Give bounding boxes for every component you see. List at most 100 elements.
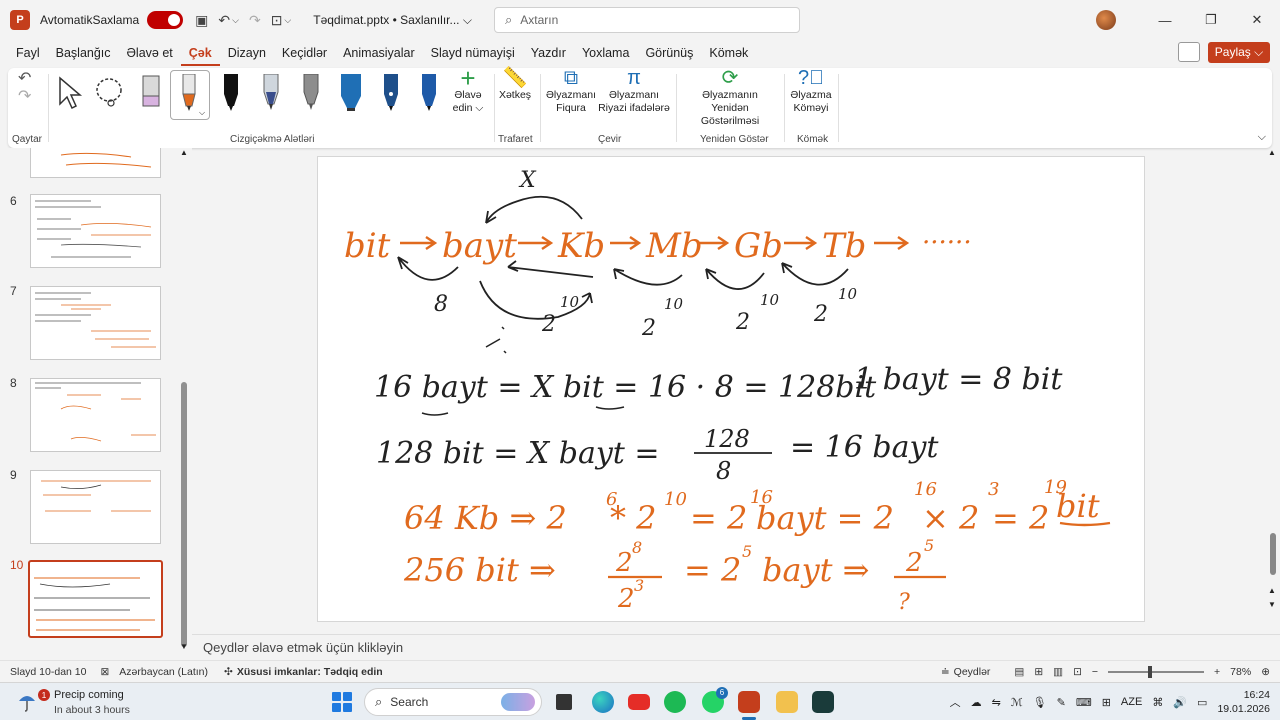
eraser-tool-icon[interactable] (140, 74, 162, 112)
terminal-icon[interactable] (812, 691, 834, 713)
notes-pane[interactable]: Qeydlər əlavə etmək üçün klikləyin (192, 634, 1280, 660)
slide-sorter-icon[interactable]: ⊞ (1034, 666, 1043, 678)
scroll-up-icon[interactable]: ▲ (180, 148, 188, 157)
undo-dropdown-icon[interactable]: ⌵ (232, 15, 239, 26)
volume-icon[interactable]: 🔊 (1173, 696, 1187, 709)
youtube-icon[interactable] (628, 694, 650, 710)
tab-draw[interactable]: Çək (180, 42, 220, 66)
slide-thumb[interactable] (30, 194, 161, 268)
spellcheck-icon[interactable]: ⊠ (100, 666, 109, 678)
black-pen-icon[interactable] (220, 74, 242, 112)
tab-file[interactable]: Fayl (8, 42, 48, 66)
minimize-icon[interactable]: — (1142, 13, 1188, 28)
slide-thumb-active[interactable] (28, 560, 163, 638)
zoom-in-icon[interactable]: + (1214, 666, 1220, 678)
app-tray-icon[interactable]: ℳ (1011, 696, 1023, 709)
ink-to-math-button[interactable]: π Əlyazmanı Riyazi ifadələrə (598, 68, 670, 115)
taskbar-search[interactable]: ⌕ Search (364, 688, 542, 716)
zoom-slider[interactable] (1108, 666, 1205, 678)
tab-view[interactable]: Görünüş (637, 42, 701, 66)
clock[interactable]: 16:24 19.01.2026 (1217, 688, 1270, 716)
start-button[interactable] (332, 692, 352, 712)
save-icon[interactable]: ▣ (195, 12, 208, 29)
avatar[interactable] (1096, 10, 1116, 30)
tray-overflow-icon[interactable]: ︿ (950, 694, 961, 710)
reading-view-icon[interactable]: ▥ (1053, 666, 1063, 678)
file-explorer-icon[interactable] (776, 691, 798, 713)
autosave-toggle[interactable] (147, 11, 184, 29)
slide-thumb[interactable] (30, 378, 161, 452)
orange-pen-icon[interactable] (178, 74, 200, 112)
powerpoint-taskbar-icon[interactable] (738, 691, 760, 713)
task-view-icon[interactable] (556, 694, 572, 710)
slide-thumb-5-partial[interactable] (30, 148, 161, 178)
fit-slide-icon[interactable]: ⊕ (1261, 666, 1270, 678)
comments-button[interactable] (1178, 42, 1200, 62)
galaxy-pen-icon[interactable] (260, 74, 282, 112)
slide-thumb[interactable] (30, 286, 161, 360)
network-icon[interactable]: ⌘ (1152, 696, 1163, 709)
notes-button[interactable]: Qeydlər (954, 666, 991, 678)
input-language[interactable]: AZE (1121, 696, 1142, 708)
thumbnails-scrollbar[interactable]: ▲ ▼ (180, 148, 188, 652)
weather-widget[interactable]: 1 Precip coming In about 3 hours (12, 687, 172, 717)
slide-thumb[interactable] (30, 470, 161, 544)
cloud-icon[interactable]: ☁ (971, 696, 982, 709)
blue-pen-icon[interactable] (418, 74, 440, 112)
tab-transitions[interactable]: Keçidlər (274, 42, 335, 66)
restore-icon[interactable]: ❐ (1188, 12, 1234, 28)
search-box[interactable]: ⌕ Axtarın (494, 7, 800, 33)
tab-design[interactable]: Dizayn (220, 42, 274, 66)
tab-insert[interactable]: Əlavə et (119, 42, 181, 66)
slideshow-icon[interactable]: ⊡ (1073, 666, 1082, 678)
zoom-level[interactable]: 78% (1230, 666, 1251, 678)
language-label[interactable]: Azərbaycan (Latın) (119, 666, 208, 678)
grid-tray-icon[interactable]: ⊞ (1102, 696, 1111, 709)
settings-tray-icon[interactable]: ⇋ (992, 696, 1001, 709)
spotify-icon[interactable] (664, 691, 686, 713)
select-tool-icon[interactable] (56, 74, 84, 112)
undo-button[interactable]: ↶ (18, 71, 31, 87)
notes-icon[interactable]: ≐ (941, 666, 950, 678)
ribbon-collapse-icon[interactable]: ⌵ (1258, 131, 1266, 144)
blue-highlighter-icon[interactable] (338, 74, 364, 112)
tab-animations[interactable]: Animasiyalar (335, 42, 423, 66)
prev-slide-icon[interactable]: ▲ (1268, 586, 1276, 595)
add-pen-button[interactable]: + Əlavə edin ⌵ (448, 65, 488, 115)
zoom-out-icon[interactable]: − (1092, 666, 1098, 678)
edge-icon[interactable] (592, 691, 614, 713)
share-button[interactable]: Paylaş ⌵ (1208, 42, 1270, 63)
next-slide-icon[interactable]: ▼ (1268, 600, 1276, 609)
tab-review[interactable]: Yoxlama (574, 42, 638, 66)
quick-access-dropdown-icon[interactable]: ⌵ (284, 15, 291, 26)
tab-help[interactable]: Kömək (701, 42, 756, 66)
tab-record[interactable]: Yazdır (523, 42, 574, 66)
pen-tray-icon[interactable]: ✎ (1057, 696, 1066, 709)
ink-help-button[interactable]: ?⃝ Əlyazma Köməyi (788, 68, 834, 115)
scroll-down-icon[interactable]: ▼ (180, 642, 188, 651)
scrollbar-thumb[interactable] (181, 382, 187, 647)
scroll-up-icon[interactable]: ▲ (1268, 148, 1276, 157)
mic-icon[interactable]: 🎙 (1033, 696, 1047, 709)
ruler-button[interactable]: 📏 Xətkeş (496, 68, 534, 102)
navy-pen-icon[interactable] (380, 74, 402, 112)
accessibility-icon[interactable]: ✣ (224, 666, 233, 678)
tab-home[interactable]: Başlanğıc (48, 42, 119, 66)
battery-icon[interactable]: ▭ (1197, 696, 1207, 709)
ink-replay-button[interactable]: ⟳ Əlyazmanın Yenidən Göstərilməsi (682, 68, 778, 128)
close-icon[interactable]: ✕ (1234, 12, 1280, 28)
document-title[interactable]: Təqdimat.pptx • Saxlanılır... ⌵ (313, 13, 472, 28)
slide-canvas[interactable]: bit bayt Kb Mb Gb Tb ...... X 8 2 10 2 1… (317, 156, 1145, 622)
redo-icon[interactable]: ↷ (249, 12, 261, 29)
normal-view-icon[interactable]: ▤ (1014, 666, 1024, 678)
present-icon[interactable]: ⊡ (271, 12, 283, 29)
gray-pencil-icon[interactable] (300, 74, 322, 112)
undo-icon[interactable]: ↶ (218, 12, 230, 29)
pen-dropdown-icon[interactable]: ⌵ (199, 108, 205, 118)
keyboard-icon[interactable]: ⌨ (1076, 696, 1092, 709)
slide-scrollbar[interactable]: ▲ ▲ ▼ (1268, 148, 1278, 618)
scrollbar-thumb[interactable] (1270, 533, 1276, 575)
lasso-tool-icon[interactable] (94, 74, 126, 112)
redo-button[interactable]: ↷ (18, 89, 31, 105)
ink-to-shape-button[interactable]: ⧉ Əlyazmanı Fiqura (544, 68, 598, 115)
